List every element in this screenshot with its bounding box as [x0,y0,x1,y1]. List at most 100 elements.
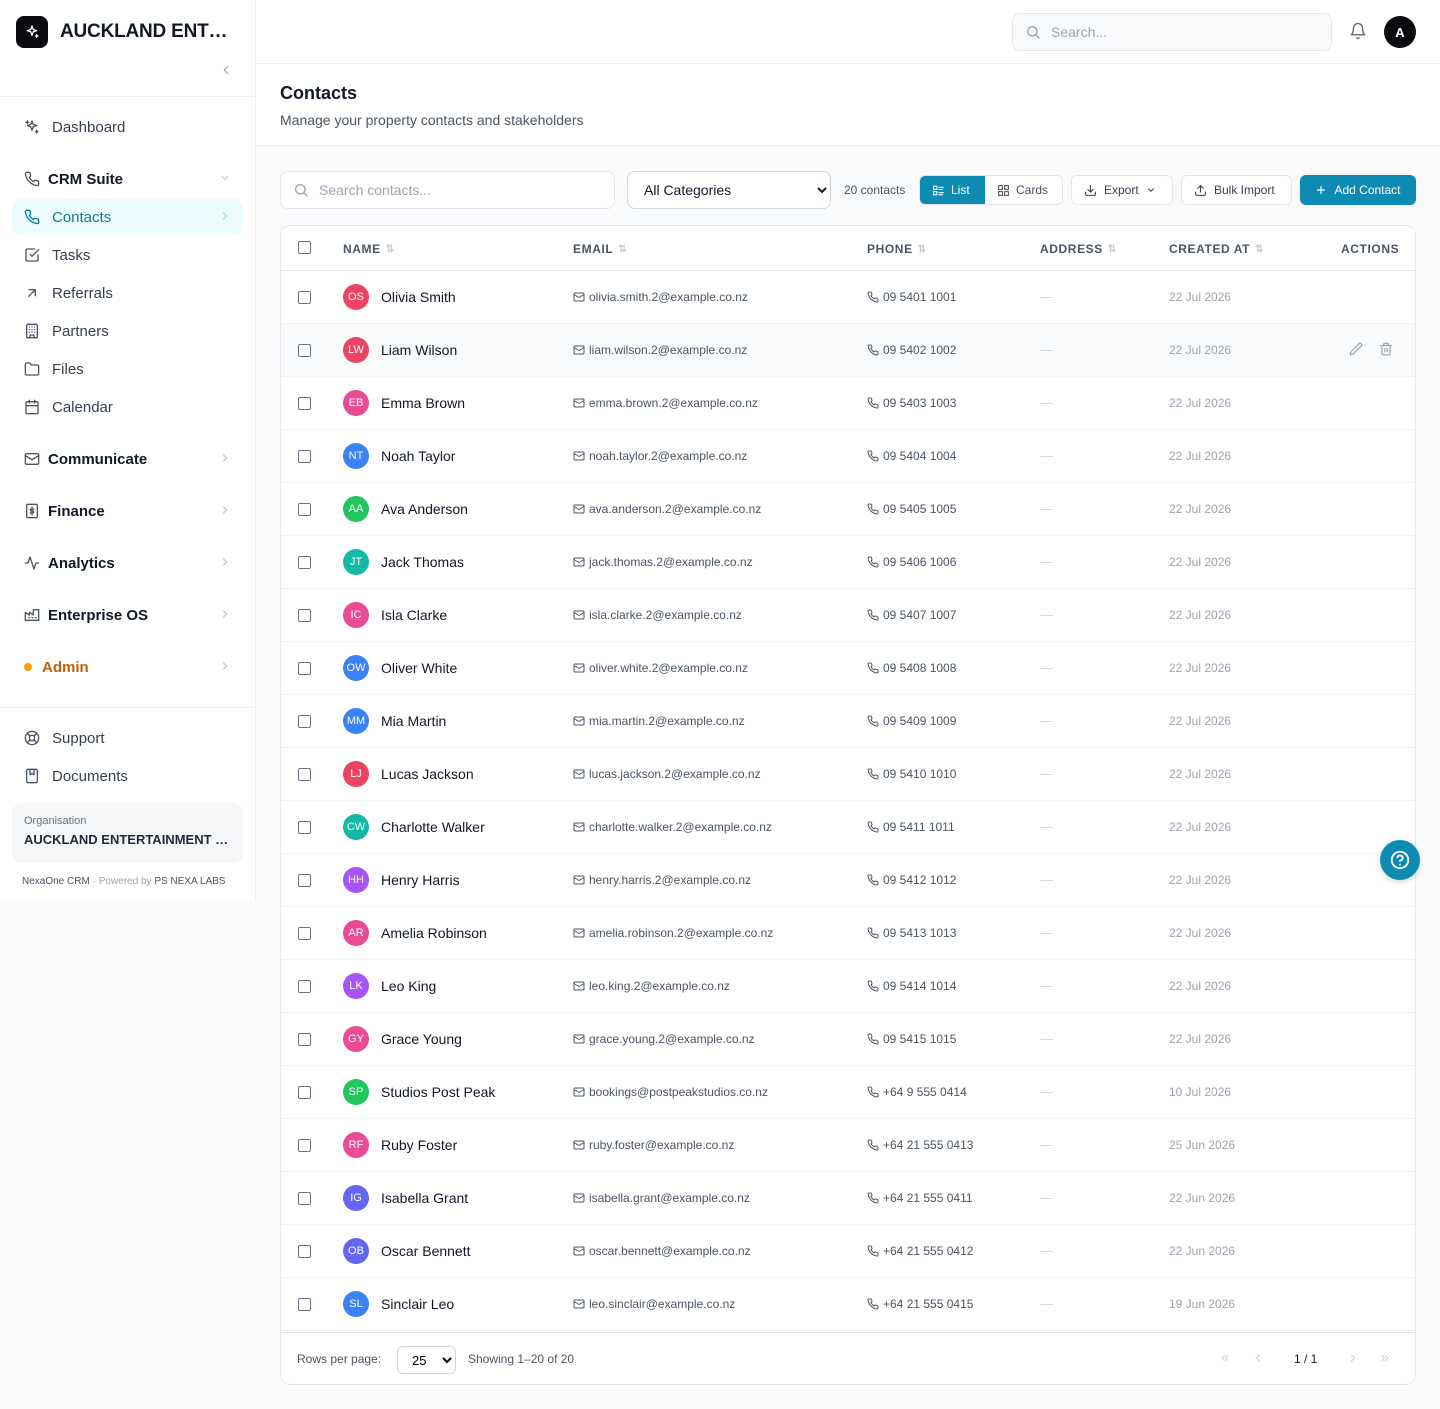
contact-name[interactable]: Henry Harris [381,872,460,888]
organisation-card[interactable]: Organisation AUCKLAND ENTERTAINMENT CO. [12,803,243,863]
contact-phone[interactable]: 09 5403 1003 [867,396,956,410]
row-checkbox[interactable] [298,1086,311,1099]
table-row[interactable]: OS Olivia Smith olivia.smith.2@example.co.… [281,271,1415,324]
contact-email[interactable]: charlotte.walker.2@example.co.nz [573,820,772,834]
row-checkbox[interactable] [298,556,311,569]
table-row[interactable]: NT Noah Taylor noah.taylor.2@example.co.nz… [281,430,1415,483]
contact-name[interactable]: Olivia Smith [381,289,456,305]
contact-name[interactable]: Isabella Grant [381,1190,468,1206]
contact-search-input[interactable] [319,182,599,198]
table-row[interactable]: OB Oscar Bennett oscar.bennett@example.co.… [281,1225,1415,1278]
column-email[interactable]: EMAIL ⇅ [573,242,627,256]
brand[interactable]: AUCKLAND ENTERTAINMENT CO. [16,16,240,48]
table-row[interactable]: LJ Lucas Jackson lucas.jackson.2@example.c… [281,748,1415,801]
column-address[interactable]: ADDRESS ⇅ [1040,242,1117,256]
first-page-button[interactable] [1219,1352,1231,1367]
table-row[interactable]: LW Liam Wilson liam.wilson.2@example.co.nz… [281,324,1415,377]
next-page-button[interactable] [1347,1352,1359,1367]
contact-email[interactable]: bookings@postpeakstudios.co.nz [573,1085,768,1099]
edit-button[interactable] [1349,342,1363,361]
contact-name[interactable]: Amelia Robinson [381,925,487,941]
contact-email[interactable]: lucas.jackson.2@example.co.nz [573,767,761,781]
table-row[interactable]: IC Isla Clarke isla.clarke.2@example.co.nz… [281,589,1415,642]
contact-phone[interactable]: 09 5410 1010 [867,767,956,781]
contact-name[interactable]: Isla Clarke [381,607,447,623]
row-checkbox[interactable] [298,1245,311,1258]
contact-name[interactable]: Studios Post Peak [381,1084,495,1100]
table-row[interactable]: SL Sinclair Leo leo.sinclair@example.co.nz… [281,1278,1415,1331]
row-checkbox[interactable] [298,874,311,887]
contact-phone[interactable]: 09 5412 1012 [867,873,956,887]
contact-email[interactable]: jack.thomas.2@example.co.nz [573,555,753,569]
row-checkbox[interactable] [298,397,311,410]
contact-name[interactable]: Ava Anderson [381,501,468,517]
contact-email[interactable]: leo.king.2@example.co.nz [573,979,730,993]
table-row[interactable]: HH Henry Harris henry.harris.2@example.co.… [281,854,1415,907]
contact-phone[interactable]: 09 5406 1006 [867,555,956,569]
contact-phone[interactable]: 09 5404 1004 [867,449,956,463]
nav-referrals[interactable]: Referrals [12,275,243,311]
contact-phone[interactable]: 09 5408 1008 [867,661,956,675]
contact-email[interactable]: isla.clarke.2@example.co.nz [573,608,742,622]
row-checkbox[interactable] [298,291,311,304]
nav-admin[interactable]: Admin [12,649,243,685]
nav-partners[interactable]: Partners [12,313,243,349]
nav-communicate[interactable]: Communicate [12,441,243,477]
category-select[interactable]: All Categories [627,171,831,209]
contact-email[interactable]: leo.sinclair@example.co.nz [573,1297,735,1311]
table-row[interactable]: SP Studios Post Peak bookings@postpeakstud… [281,1066,1415,1119]
collapse-sidebar-button[interactable] [216,60,236,80]
contact-name[interactable]: Sinclair Leo [381,1296,454,1312]
global-search-input[interactable] [1051,24,1311,40]
nav-dashboard[interactable]: Dashboard [12,109,243,145]
contact-name[interactable]: Ruby Foster [381,1137,457,1153]
contact-phone[interactable]: +64 21 555 0413 [867,1138,973,1152]
delete-button[interactable] [1379,342,1393,361]
row-checkbox[interactable] [298,1033,311,1046]
table-row[interactable]: MM Mia Martin mia.martin.2@example.co.nz 09… [281,695,1415,748]
contact-phone[interactable]: 09 5409 1009 [867,714,956,728]
table-row[interactable]: OW Oliver White oliver.white.2@example.co.… [281,642,1415,695]
contact-email[interactable]: amelia.robinson.2@example.co.nz [573,926,773,940]
previous-page-button[interactable] [1252,1352,1264,1367]
contact-phone[interactable]: +64 21 555 0411 [867,1191,973,1205]
row-checkbox[interactable] [298,662,311,675]
table-row[interactable]: AA Ava Anderson ava.anderson.2@example.co.… [281,483,1415,536]
row-checkbox[interactable] [298,927,311,940]
row-checkbox[interactable] [298,1192,311,1205]
contact-email[interactable]: ruby.foster@example.co.nz [573,1138,734,1152]
row-checkbox[interactable] [298,450,311,463]
bulk-import-button[interactable]: Bulk Import [1181,175,1292,205]
contact-name[interactable]: Oscar Bennett [381,1243,471,1259]
row-checkbox[interactable] [298,609,311,622]
last-page-button[interactable] [1379,1352,1391,1367]
nav-files[interactable]: Files [12,351,243,387]
user-avatar[interactable]: A [1384,16,1416,48]
contact-phone[interactable]: 09 5402 1002 [867,343,956,357]
contact-name[interactable]: Charlotte Walker [381,819,485,835]
contact-email[interactable]: henry.harris.2@example.co.nz [573,873,751,887]
row-checkbox[interactable] [298,1139,311,1152]
contact-phone[interactable]: 09 5413 1013 [867,926,956,940]
contact-name[interactable]: Emma Brown [381,395,465,411]
contact-phone[interactable]: 09 5401 1001 [867,290,956,304]
nav-support[interactable]: Support [12,720,243,756]
nav-documents[interactable]: Documents [12,758,243,794]
nav-contacts[interactable]: Contacts [12,199,243,235]
cards-view-button[interactable]: Cards [985,176,1060,204]
contact-email[interactable]: isabella.grant@example.co.nz [573,1191,750,1205]
column-created[interactable]: CREATED AT ⇅ [1169,242,1264,256]
nav-crm-suite[interactable]: CRM Suite [12,161,243,197]
help-button[interactable] [1380,840,1420,880]
contact-phone[interactable]: +64 21 555 0412 [867,1244,973,1258]
contact-phone[interactable]: +64 9 555 0414 [867,1085,967,1099]
contact-phone[interactable]: 09 5415 1015 [867,1032,956,1046]
contact-phone[interactable]: 09 5411 1011 [867,820,955,834]
contact-email[interactable]: mia.martin.2@example.co.nz [573,714,745,728]
row-checkbox[interactable] [298,715,311,728]
export-button[interactable]: Export [1071,175,1173,205]
contact-email[interactable]: oscar.bennett@example.co.nz [573,1244,751,1258]
nav-finance[interactable]: Finance [12,493,243,529]
row-checkbox[interactable] [298,503,311,516]
column-name[interactable]: NAME ⇅ [343,242,395,256]
